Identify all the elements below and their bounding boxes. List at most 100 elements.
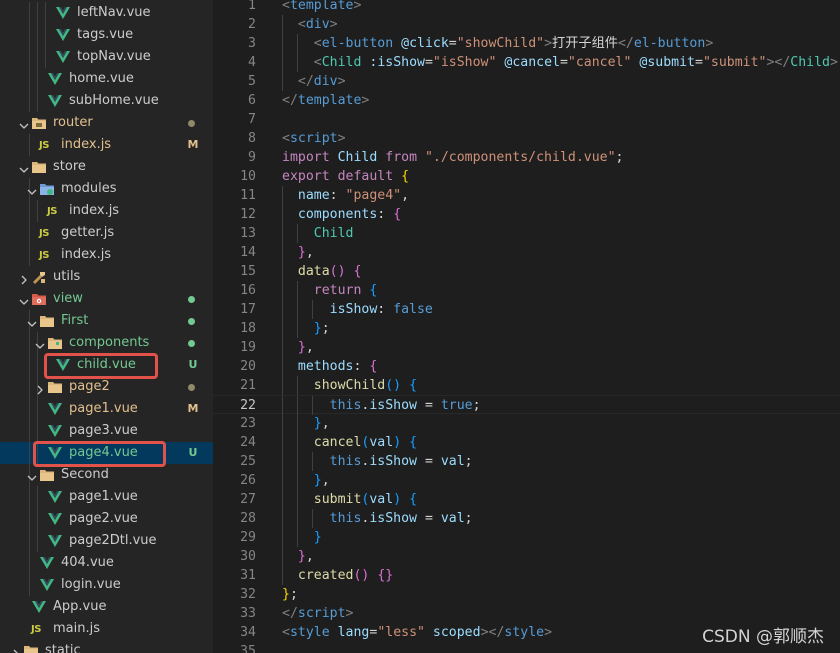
tree-folder-row[interactable]: components — [0, 332, 213, 354]
code-line[interactable]: 5 </div> — [213, 72, 840, 91]
chevron-down-icon[interactable] — [26, 469, 38, 481]
code-token: div — [313, 74, 338, 89]
tree-folder-row[interactable]: page2 — [0, 376, 213, 398]
tree-file-row[interactable]: JS index.js — [0, 200, 213, 222]
tree-folder-row[interactable]: First — [0, 310, 213, 332]
tree-file-row[interactable]: JS main.js — [0, 618, 213, 640]
code-line[interactable]: 29 } — [213, 528, 840, 547]
code-editor[interactable]: 1 <template> 2 <div> 3 <el-button @click="s… — [213, 0, 840, 653]
tree-file-row[interactable]: login.vue — [0, 574, 213, 596]
code-line[interactable]: 7 — [213, 110, 840, 129]
tree-file-row[interactable]: JS getter.js — [0, 222, 213, 244]
tree-item-label: page1.vue — [69, 401, 138, 416]
chevron-down-icon[interactable] — [26, 183, 38, 195]
code-line[interactable]: 20 methods: { — [213, 357, 840, 376]
code-token: , — [305, 245, 314, 260]
tree-file-row[interactable]: leftNav.vue — [0, 2, 213, 24]
code-token: isShow — [329, 302, 378, 317]
code-token: ></ — [480, 625, 505, 640]
indent-guide — [37, 24, 38, 46]
code-line[interactable]: 16 return { — [213, 281, 840, 300]
code-line[interactable]: 25 this.isShow = val; — [213, 452, 840, 471]
chevron-down-icon[interactable] — [18, 161, 30, 173]
utils-folder-icon — [31, 269, 47, 285]
tree-folder-row[interactable]: static — [0, 640, 213, 653]
code-line[interactable]: 28 this.isShow = val; — [213, 509, 840, 528]
code-token: > — [337, 74, 346, 89]
tree-file-row[interactable]: subHome.vue — [0, 90, 213, 112]
tree-file-row[interactable]: JS index.js — [0, 244, 213, 266]
code-line[interactable]: 2 <div> — [213, 15, 840, 34]
code-line[interactable]: 10 export default { — [213, 167, 840, 186]
code-line[interactable]: 30 }, — [213, 547, 840, 566]
tree-folder-row[interactable]: store — [0, 156, 213, 178]
code-line[interactable]: 1 <template> — [213, 0, 840, 15]
chevron-right-icon[interactable] — [10, 645, 22, 653]
code-token: isShow — [369, 511, 417, 526]
javascript-file-icon: JS — [39, 139, 49, 151]
tree-file-row[interactable]: 404.vue — [0, 552, 213, 574]
code-line[interactable]: 32}; — [213, 585, 840, 604]
tree-file-row[interactable]: tags.vue — [0, 24, 213, 46]
code-line[interactable]: 27 submit(val) { — [213, 490, 840, 509]
tree-file-row[interactable]: page1.vue M — [0, 398, 213, 420]
explorer-sidebar: leftNav.vue tags.vue topNav.vue home.vue sub… — [0, 0, 213, 653]
tree-file-row[interactable]: topNav.vue — [0, 46, 213, 68]
code-line[interactable]: 33 </script> — [213, 604, 840, 623]
tree-folder-row[interactable]: Second — [0, 464, 213, 486]
code-line[interactable]: 14 }, — [213, 243, 840, 262]
code-line[interactable]: 21 showChild() { — [213, 376, 840, 395]
code-line[interactable]: 9 import Child from "./components/child.v… — [213, 148, 840, 167]
vue-file-icon — [47, 93, 63, 109]
chevron-down-icon[interactable] — [26, 315, 38, 327]
code-token: scoped — [432, 625, 481, 640]
code-line[interactable]: 15 data() { — [213, 262, 840, 281]
code-line[interactable]: 26 }, — [213, 471, 840, 490]
code-line[interactable]: 11 name: "page4", — [213, 186, 840, 205]
code-line[interactable]: 17 isShow: false — [213, 300, 840, 319]
code-token: @submit — [639, 55, 695, 70]
tree-file-row[interactable]: page3.vue — [0, 420, 213, 442]
tree-item-label: store — [53, 159, 86, 174]
code-line[interactable]: 8 <script> — [213, 129, 840, 148]
tree-folder-row[interactable]: utils — [0, 266, 213, 288]
javascript-file-icon: JS — [47, 205, 57, 217]
code-line[interactable]: 18 }; — [213, 319, 840, 338]
code-line[interactable]: 4 <Child :isShow="isShow" @cancel="cance… — [213, 53, 840, 72]
line-number: 11 — [240, 188, 256, 203]
folder-icon — [39, 467, 55, 483]
tree-file-row[interactable]: page1.vue — [0, 486, 213, 508]
code-line[interactable]: 23 }, — [213, 414, 840, 433]
code-line[interactable]: 3 <el-button @click="showChild">打开子组件</e… — [213, 34, 840, 53]
tree-folder-row[interactable]: view — [0, 288, 213, 310]
code-line[interactable]: 12 components: { — [213, 205, 840, 224]
code-line[interactable]: 13 Child — [213, 224, 840, 243]
tree-file-row[interactable]: page2.vue — [0, 508, 213, 530]
vue-file-icon — [47, 533, 63, 549]
view-folder-icon — [31, 291, 47, 307]
code-line[interactable]: 31 created() {} — [213, 566, 840, 585]
tree-file-row[interactable]: App.vue — [0, 596, 213, 618]
tree-file-row[interactable]: JS index.js M — [0, 134, 213, 156]
chevron-right-icon[interactable] — [18, 271, 30, 285]
code-token: = — [559, 55, 568, 70]
chevron-right-icon[interactable] — [34, 381, 46, 395]
code-line[interactable]: 24 cancel(val) { — [213, 433, 840, 452]
line-number: 33 — [240, 606, 256, 621]
code-line[interactable]: 22 this.isShow = true; — [213, 395, 840, 415]
tree-file-row[interactable]: home.vue — [0, 68, 213, 90]
tree-file-row[interactable]: page2Dtl.vue — [0, 530, 213, 552]
chevron-down-icon[interactable] — [34, 337, 46, 349]
code-line[interactable]: 19 }, — [213, 338, 840, 357]
code-token: template — [297, 93, 362, 108]
chevron-down-icon[interactable] — [18, 117, 30, 129]
indent-guide — [37, 354, 38, 376]
code-line[interactable]: 6 </template> — [213, 91, 840, 110]
tree-folder-row[interactable]: modules — [0, 178, 213, 200]
tree-item-label: utils — [53, 269, 81, 284]
tree-folder-row[interactable]: router — [0, 112, 213, 134]
chevron-down-icon[interactable] — [18, 293, 30, 305]
